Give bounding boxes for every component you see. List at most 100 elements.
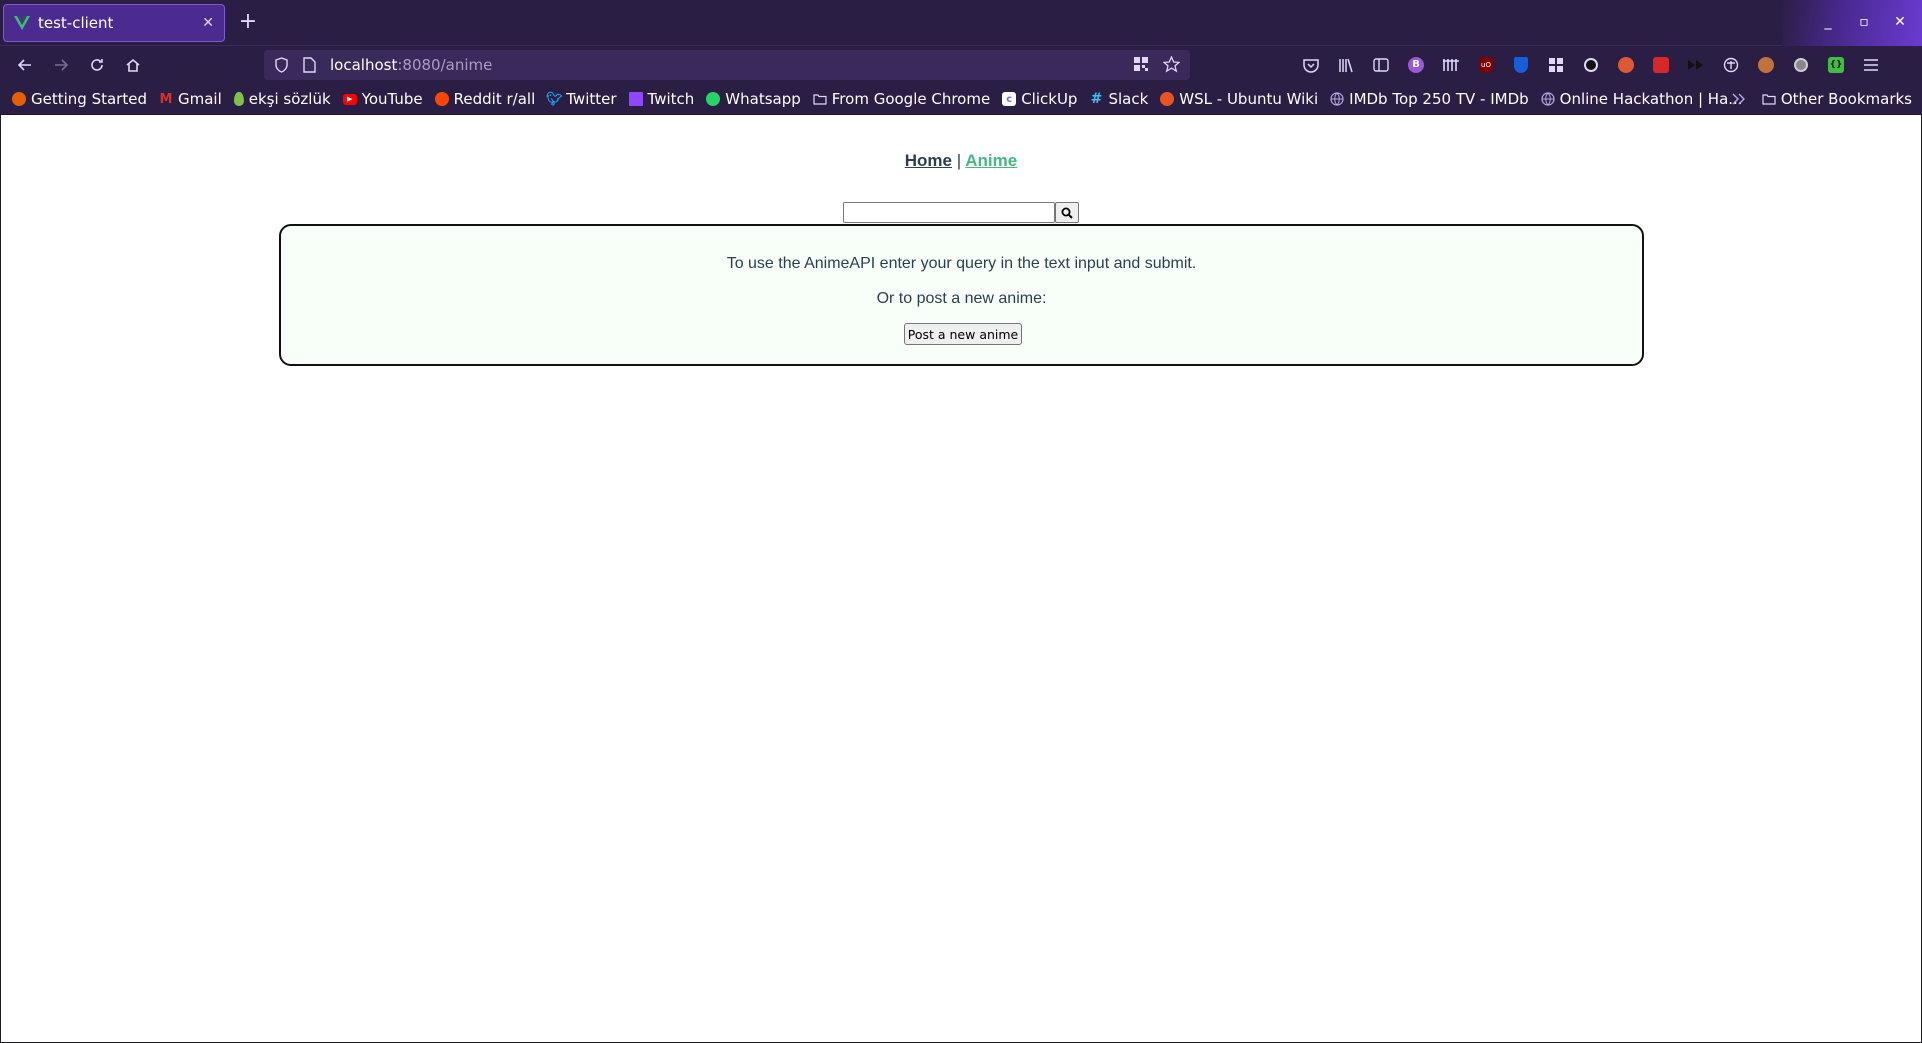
whatsapp-icon: [706, 92, 721, 106]
star-bookmark-icon[interactable]: [1163, 56, 1180, 73]
other-bookmarks-label: Other Bookmarks: [1780, 90, 1912, 108]
url-actions: [1133, 56, 1180, 73]
bookmark-wsl-ubuntu-wiki[interactable]: WSL - Ubuntu Wiki: [1160, 90, 1318, 108]
slack-icon: #: [1090, 91, 1103, 107]
search-form: [843, 202, 1079, 223]
bookmark-slack[interactable]: # Slack: [1089, 90, 1149, 108]
bitwarden-icon[interactable]: [1510, 54, 1532, 76]
translate-extension-icon[interactable]: [1720, 54, 1742, 76]
bookmark-clickup[interactable]: c ClickUp: [1002, 90, 1077, 108]
bookmark-from-google-chrome[interactable]: From Google Chrome: [813, 90, 990, 108]
url-path: :8080/anime: [397, 56, 493, 74]
forward-button[interactable]: [46, 50, 76, 80]
window-controls: _ ▫ ✕: [1820, 12, 1908, 32]
bookmark-imdb-top-250[interactable]: IMDb Top 250 TV - IMDb: [1330, 90, 1529, 108]
other-bookmarks[interactable]: Other Bookmarks: [1762, 90, 1912, 108]
duckduckgo-icon[interactable]: [1615, 54, 1637, 76]
bookmark-youtube[interactable]: ▶ YouTube: [342, 90, 423, 108]
bookmark-label: Reddit r/all: [453, 90, 536, 108]
chevron-double-right-icon[interactable]: [1732, 93, 1746, 105]
close-tab-icon[interactable]: ✕: [202, 15, 214, 31]
nav-separator: |: [956, 151, 962, 170]
ubuntu-icon: [1160, 92, 1175, 106]
bookmark-label: From Google Chrome: [831, 90, 991, 108]
bookmark-twitch[interactable]: Twitch: [628, 90, 695, 108]
post-new-anime-button[interactable]: Post a new anime: [904, 323, 1022, 345]
tab-test-client[interactable]: test-client ✕: [3, 4, 225, 42]
gmail-icon: M: [159, 91, 173, 107]
info-instruction-text: To use the AnimeAPI enter your query in …: [726, 255, 1197, 272]
json-extension-icon[interactable]: {}: [1825, 54, 1847, 76]
bookmark-label: Gmail: [177, 90, 222, 108]
url-bar[interactable]: localhost:8080/anime: [264, 50, 1190, 80]
extension-b-icon[interactable]: B: [1405, 54, 1427, 76]
close-window-button[interactable]: ✕: [1892, 12, 1908, 32]
nav-link-home[interactable]: Home: [905, 151, 952, 170]
bookmark-whatsapp[interactable]: Whatsapp: [706, 90, 801, 108]
bookmarks-overflow: Other Bookmarks: [1732, 90, 1912, 108]
firefox-icon: [12, 92, 26, 106]
cookie-extension-icon[interactable]: [1755, 54, 1777, 76]
vue-logo-icon: [14, 15, 30, 31]
bookmark-twitter[interactable]: 🐦︎ Twitter: [546, 90, 617, 108]
info-post-text: Or to post a new anime:: [876, 290, 1047, 307]
maximize-button[interactable]: ▫: [1856, 12, 1872, 32]
bookmark-getting-started[interactable]: Getting Started: [12, 90, 147, 108]
globe-icon: [1541, 92, 1555, 106]
bookmark-reddit[interactable]: Reddit r/all: [434, 90, 536, 108]
eksi-drop-icon: [233, 92, 244, 106]
tab-strip: test-client ✕ + _ ▫ ✕: [0, 0, 1922, 46]
app-nav: Home | Anime: [1, 151, 1921, 171]
search-icon: [1061, 207, 1073, 219]
bookmark-label: Slack: [1108, 90, 1149, 108]
info-panel: To use the AnimeAPI enter your query in …: [279, 224, 1644, 366]
bookmark-eksi-sozluk[interactable]: ekşi sözlük: [233, 90, 331, 108]
bookmark-label: ekşi sözlük: [248, 90, 331, 108]
pocket-icon[interactable]: [1300, 54, 1322, 76]
bookmark-label: Getting Started: [31, 90, 147, 108]
bookmark-label: IMDb Top 250 TV - IMDb: [1349, 90, 1529, 108]
extension-toolbar: B uO {}: [1300, 50, 1882, 80]
bookmark-label: Online Hackathon | Ha...: [1559, 90, 1743, 108]
bookmark-label: ClickUp: [1021, 90, 1078, 108]
clickup-icon: c: [1002, 92, 1017, 106]
library-icon[interactable]: [1335, 54, 1357, 76]
bookmark-online-hackathon[interactable]: Online Hackathon | Ha...: [1541, 90, 1743, 108]
new-tab-button[interactable]: +: [235, 10, 261, 36]
home-icon: [126, 58, 140, 72]
nav-link-anime[interactable]: Anime: [965, 151, 1017, 170]
arrow-right-icon: [55, 59, 69, 71]
reload-button[interactable]: [82, 50, 112, 80]
minimize-button[interactable]: _: [1820, 12, 1836, 32]
search-input[interactable]: [843, 202, 1055, 223]
qr-code-icon[interactable]: [1133, 56, 1149, 72]
bookmark-label: Whatsapp: [725, 90, 801, 108]
bookmark-gmail[interactable]: M Gmail: [159, 90, 222, 108]
url-host: localhost: [330, 56, 398, 74]
folder-icon: [1762, 94, 1776, 105]
grid-extension-icon[interactable]: [1545, 54, 1567, 76]
twitter-icon: 🐦︎: [546, 91, 563, 107]
extension-bars-icon[interactable]: [1440, 54, 1462, 76]
bookmark-label: Twitch: [647, 90, 695, 108]
arrow-left-icon: [17, 59, 31, 71]
back-button[interactable]: [10, 50, 40, 80]
page-content: Home | Anime To use the AnimeAPI enter y…: [1, 115, 1921, 1042]
url-text: localhost:8080/anime: [330, 56, 492, 74]
circle-extension-icon[interactable]: [1790, 54, 1812, 76]
bookmark-label: WSL - Ubuntu Wiki: [1179, 90, 1319, 108]
dark-mode-extension-icon[interactable]: [1580, 54, 1602, 76]
globe-icon: [1330, 92, 1344, 106]
menu-hamburger-icon[interactable]: [1860, 54, 1882, 76]
reload-icon: [91, 59, 103, 71]
twitch-icon: [628, 92, 643, 106]
colorpicker-icon[interactable]: [1650, 54, 1672, 76]
home-button[interactable]: [118, 50, 148, 80]
fast-forward-icon[interactable]: [1685, 54, 1707, 76]
search-button[interactable]: [1055, 202, 1079, 223]
bookmarks-bar: Getting Started M Gmail ekşi sözlük ▶ YouT…: [0, 84, 1922, 115]
navigation-toolbar: localhost:8080/anime B uO {}: [0, 46, 1922, 84]
ublock-icon[interactable]: uO: [1475, 54, 1497, 76]
sidebar-icon[interactable]: [1370, 54, 1392, 76]
reddit-icon: [434, 92, 449, 106]
